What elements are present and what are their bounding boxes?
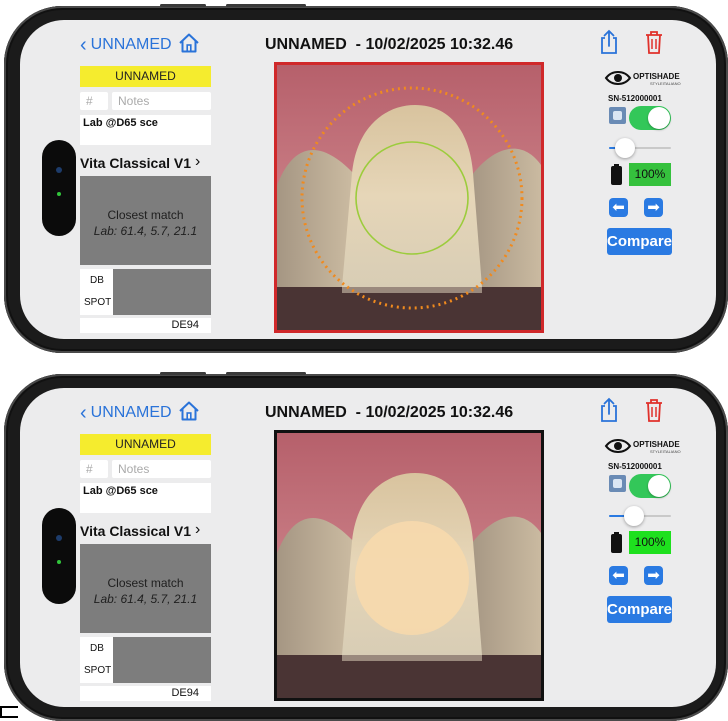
toggle-knob[interactable] — [648, 475, 670, 497]
spot-label: SPOT — [84, 297, 112, 308]
device-toggle[interactable] — [629, 106, 671, 130]
arrow-left-icon[interactable]: ⬅ — [609, 198, 628, 217]
battery-percentage: 100% — [629, 163, 671, 186]
compare-button[interactable]: Compare — [607, 596, 672, 623]
chevron-right-icon[interactable]: › — [195, 521, 200, 539]
app-screen: ‹ UNNAMED UNNAMED - 10/02/2025 10:32.46 … — [20, 388, 716, 707]
back-label: UNNAMED — [90, 36, 172, 53]
tooth-photo[interactable] — [274, 430, 544, 701]
measurement-spot — [355, 521, 469, 635]
trash-icon[interactable] — [644, 29, 664, 55]
spot-label: SPOT — [84, 665, 112, 676]
brand-name: OPTISHADE — [633, 72, 680, 81]
battery-icon — [611, 532, 622, 553]
brand-name: OPTISHADE — [633, 440, 680, 449]
phone-frame: ‹ UNNAMED UNNAMED - 10/02/2025 10:32.46 … — [4, 372, 728, 721]
db-label: DB — [90, 275, 104, 286]
eye-logo-icon: OPTISHADE STYLEITALIANO — [604, 71, 681, 86]
brand-logo: OPTISHADE STYLEITALIANO — [604, 437, 694, 462]
side-button — [226, 4, 306, 7]
share-icon[interactable] — [599, 29, 619, 55]
indicator-dot — [57, 560, 61, 564]
notes-field[interactable]: Notes — [112, 92, 211, 110]
battery-icon — [611, 164, 622, 185]
battery-percentage: 100% — [629, 531, 671, 554]
spot-swatch — [113, 637, 211, 683]
brand-subtitle: STYLEITALIANO — [650, 449, 681, 454]
toggle-knob[interactable] — [648, 107, 670, 129]
session-title: UNNAMED - 10/02/2025 10:32.46 — [265, 404, 514, 421]
number-field[interactable]: # — [80, 460, 108, 478]
device-serial: SN-512000001 — [608, 94, 662, 103]
db-label: DB — [90, 643, 104, 654]
app-screen: ‹ UNNAMED UNNAMED - 10/02/2025 10:32.46 … — [20, 20, 716, 339]
db-spot-comparison: DB SPOT — [80, 269, 211, 315]
home-icon[interactable] — [177, 31, 201, 55]
arrow-right-icon[interactable]: ➡ — [644, 198, 663, 217]
closest-match-label: Closest match — [107, 208, 184, 222]
lab-mode-label: Lab @D65 sce — [80, 115, 211, 145]
brand-subtitle: STYLEITALIANO — [650, 81, 681, 86]
trash-icon[interactable] — [644, 397, 664, 423]
back-label: UNNAMED — [90, 404, 172, 421]
db-spot-comparison: DB SPOT — [80, 637, 211, 683]
back-button[interactable]: ‹ UNNAMED — [80, 402, 172, 424]
home-icon[interactable] — [177, 399, 201, 423]
dynamic-island — [42, 508, 76, 604]
tooth-photo[interactable] — [274, 62, 544, 333]
camera-icon[interactable] — [609, 475, 626, 492]
chevron-left-icon: ‹ — [80, 34, 87, 56]
camera-icon[interactable] — [609, 107, 626, 124]
closest-match-label: Closest match — [107, 576, 184, 590]
brightness-slider[interactable] — [609, 506, 671, 526]
dynamic-island — [42, 140, 76, 236]
chevron-left-icon: ‹ — [80, 402, 87, 424]
shade-guide-selector[interactable]: Vita Classical V1 — [80, 523, 191, 539]
corner-box — [0, 706, 18, 718]
closest-match-lab: Lab: 61.4, 5.7, 21.1 — [93, 224, 198, 238]
closest-match-swatch: Closest match Lab: 61.4, 5.7, 21.1 — [80, 544, 211, 633]
spot-swatch — [113, 269, 211, 315]
closest-match-swatch: Closest match Lab: 61.4, 5.7, 21.1 — [80, 176, 211, 265]
compare-button[interactable]: Compare — [607, 228, 672, 255]
front-camera-icon — [56, 535, 62, 541]
measurement-overlay — [355, 521, 469, 635]
tooth-image — [277, 65, 541, 330]
delta-formula: DE94 — [80, 318, 211, 333]
sample-name-field[interactable]: UNNAMED — [80, 66, 211, 87]
eye-logo-icon: OPTISHADE STYLEITALIANO — [604, 439, 681, 454]
back-button[interactable]: ‹ UNNAMED — [80, 34, 172, 56]
side-button — [226, 372, 306, 375]
arrow-right-icon[interactable]: ➡ — [644, 566, 663, 585]
notes-field[interactable]: Notes — [112, 460, 211, 478]
brightness-slider[interactable] — [609, 138, 671, 158]
tooth-image — [277, 433, 541, 698]
lab-mode-label: Lab @D65 sce — [80, 483, 211, 513]
share-icon[interactable] — [599, 397, 619, 423]
delta-formula: DE94 — [80, 686, 211, 701]
slider-thumb[interactable] — [623, 506, 644, 526]
closest-match-lab: Lab: 61.4, 5.7, 21.1 — [93, 592, 198, 606]
device-serial: SN-512000001 — [608, 462, 662, 471]
chevron-right-icon[interactable]: › — [195, 153, 200, 171]
brand-logo: OPTISHADE STYLEITALIANO — [604, 69, 694, 94]
phone-frame: ‹ UNNAMED UNNAMED - 10/02/2025 10:32.46 … — [4, 4, 728, 353]
device-toggle[interactable] — [629, 474, 671, 498]
arrow-left-icon[interactable]: ⬅ — [609, 566, 628, 585]
volume-button — [160, 372, 206, 375]
slider-thumb[interactable] — [615, 138, 636, 158]
volume-button — [160, 4, 206, 7]
number-field[interactable]: # — [80, 92, 108, 110]
sample-name-field[interactable]: UNNAMED — [80, 434, 211, 455]
indicator-dot — [57, 192, 61, 196]
shade-guide-selector[interactable]: Vita Classical V1 — [80, 155, 191, 171]
front-camera-icon — [56, 167, 62, 173]
session-title: UNNAMED - 10/02/2025 10:32.46 — [265, 36, 514, 53]
